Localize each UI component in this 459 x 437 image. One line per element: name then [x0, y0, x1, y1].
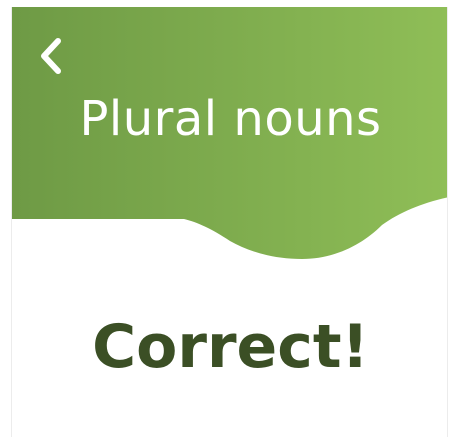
- feedback-message: Correct!: [92, 312, 369, 382]
- header-banner: Plural nouns: [12, 7, 447, 267]
- chevron-left-icon: [41, 38, 61, 74]
- screen: Plural nouns Correct!: [0, 0, 459, 437]
- back-button[interactable]: [32, 33, 72, 79]
- page-title: Plural nouns: [79, 91, 382, 147]
- lesson-card: Plural nouns Correct!: [11, 7, 448, 437]
